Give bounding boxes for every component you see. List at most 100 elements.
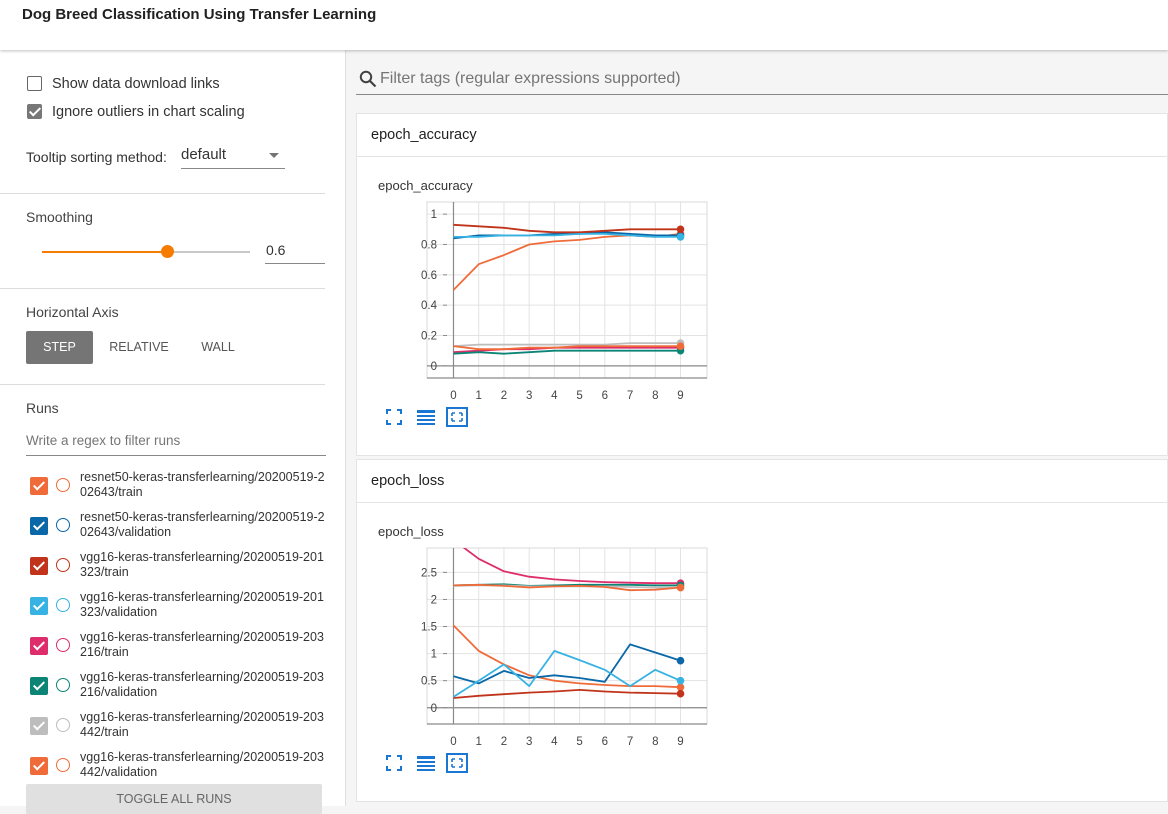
x-tick-label: 9	[677, 390, 683, 402]
y-tick-label: 0	[431, 703, 437, 715]
x-tick-label: 1	[476, 390, 482, 402]
run-color-circle[interactable]	[56, 558, 70, 572]
run-color-circle[interactable]	[56, 758, 70, 772]
run-item[interactable]: vgg16-keras-transferlearning/20200519-20…	[0, 670, 340, 712]
run-label[interactable]: vgg16-keras-transferlearning/20200519-20…	[80, 630, 330, 660]
fullscreen-icon[interactable]	[386, 755, 402, 771]
x-tick-label: 5	[576, 736, 582, 748]
x-tick-label: 8	[652, 390, 658, 402]
x-tick-label: 6	[602, 736, 608, 748]
fullscreen-icon[interactable]	[386, 409, 402, 425]
run-filter-placeholder: Write a regex to filter runs	[26, 433, 181, 448]
series-end-point[interactable]	[676, 676, 685, 685]
run-color-circle[interactable]	[56, 718, 70, 732]
series-end-point[interactable]	[676, 342, 685, 350]
smoothing-input[interactable]: 0.6	[265, 238, 325, 264]
show-download-links-checkbox[interactable]	[27, 76, 42, 91]
y-tick-label: 0.5	[421, 676, 437, 688]
series-end-point[interactable]	[676, 683, 685, 691]
ignore-outliers-checkbox[interactable]	[27, 104, 42, 119]
run-checkbox[interactable]	[30, 557, 48, 575]
accuracy-chart[interactable]: 0 0.2 0.4 0.6 0.8 1 0 1 2 3 4 5 6 7 8 9	[387, 194, 717, 404]
x-tick-label: 3	[526, 390, 532, 402]
search-icon	[359, 70, 377, 88]
y-tick-label: 0	[431, 361, 437, 373]
plot-area	[427, 548, 707, 724]
run-label[interactable]: vgg16-keras-transferlearning/20200519-20…	[80, 670, 330, 700]
top-bar: Dog Breed Classification Using Transfer …	[0, 0, 1168, 50]
series-end-point[interactable]	[676, 233, 685, 241]
x-tick-label: 0	[450, 736, 456, 748]
run-item[interactable]: vgg16-keras-transferlearning/20200519-20…	[0, 630, 340, 672]
run-color-circle[interactable]	[56, 678, 70, 692]
y-tick-label: 1.5	[421, 622, 437, 634]
toggle-all-runs-button[interactable]: TOGGLE ALL RUNS	[26, 784, 322, 814]
y-tick-label: 2	[431, 594, 437, 606]
card-header[interactable]: epoch_accuracy	[357, 114, 1167, 157]
run-item[interactable]: vgg16-keras-transferlearning/20200519-20…	[0, 550, 340, 592]
sidebar: Show data download links Ignore outliers…	[0, 50, 346, 814]
series-end-point[interactable]	[676, 689, 685, 698]
main-panel: Filter tags (regular expressions support…	[345, 50, 1168, 806]
run-checkbox[interactable]	[30, 597, 48, 615]
run-item[interactable]: vgg16-keras-transferlearning/20200519-20…	[0, 590, 340, 632]
card-header[interactable]: epoch_loss	[357, 460, 1167, 503]
run-checkbox[interactable]	[30, 757, 48, 775]
run-item[interactable]: resnet50-keras-transferlearning/20200519…	[0, 470, 340, 512]
divider	[0, 193, 325, 194]
x-tick-label: 9	[677, 736, 683, 748]
loss-chart[interactable]: 0 0.5 1 1.5 2 2.5 0 1 2 3 4 5 6 7 8 9	[387, 540, 717, 750]
series-end-point[interactable]	[676, 583, 685, 592]
tooltip-sort-label: Tooltip sorting method:	[26, 149, 167, 165]
tag-filter-input[interactable]: Filter tags (regular expressions support…	[356, 67, 1168, 95]
x-tick-label: 8	[652, 736, 658, 748]
run-color-circle[interactable]	[56, 478, 70, 492]
smoothing-label: Smoothing	[26, 209, 93, 225]
tooltip-sort-value: default	[181, 146, 227, 163]
run-item[interactable]: resnet50-keras-transferlearning/20200519…	[0, 510, 340, 552]
run-filter-input[interactable]: Write a regex to filter runs	[26, 428, 326, 456]
x-tick-label: 4	[551, 390, 558, 402]
y-tick-label: 0.2	[421, 331, 437, 343]
axis-step-button[interactable]: STEP	[26, 331, 93, 364]
axis-wall-button[interactable]: WALL	[190, 331, 246, 364]
run-checkbox[interactable]	[30, 677, 48, 695]
fit-domain-icon[interactable]	[446, 407, 468, 427]
run-label[interactable]: vgg16-keras-transferlearning/20200519-20…	[80, 710, 330, 740]
x-tick-label: 5	[576, 390, 582, 402]
series-end-point[interactable]	[676, 656, 685, 665]
chart-title: epoch_accuracy	[378, 178, 473, 193]
x-tick-label: 7	[627, 390, 633, 402]
run-item[interactable]: vgg16-keras-transferlearning/20200519-20…	[0, 710, 340, 752]
app-title: Dog Breed Classification Using Transfer …	[22, 6, 377, 23]
run-checkbox[interactable]	[30, 717, 48, 735]
smoothing-slider-fill	[42, 251, 167, 253]
run-checkbox[interactable]	[30, 517, 48, 535]
card-epoch-loss: epoch_loss epoch_loss 0 0.5 1 1.5 2 2.5 0 1 2 3 4 5…	[356, 459, 1168, 802]
run-label[interactable]: resnet50-keras-transferlearning/20200519…	[80, 510, 330, 540]
tooltip-sort-select[interactable]: default	[181, 143, 285, 169]
card-title: epoch_accuracy	[371, 127, 477, 143]
show-download-links-label[interactable]: Show data download links	[52, 76, 220, 92]
run-label[interactable]: vgg16-keras-transferlearning/20200519-20…	[80, 750, 330, 780]
run-color-circle[interactable]	[56, 638, 70, 652]
x-tick-label: 3	[526, 736, 532, 748]
smoothing-slider-thumb[interactable]	[160, 245, 174, 258]
run-color-circle[interactable]	[56, 518, 70, 532]
run-label[interactable]: vgg16-keras-transferlearning/20200519-20…	[80, 550, 330, 580]
ignore-outliers-label[interactable]: Ignore outliers in chart scaling	[52, 104, 245, 120]
x-tick-label: 2	[501, 390, 507, 402]
run-color-circle[interactable]	[56, 598, 70, 612]
card-epoch-accuracy: epoch_accuracy epoch_accuracy 0 0.2 0.4 0.6…	[356, 113, 1168, 456]
data-table-icon[interactable]	[416, 409, 436, 425]
smoothing-slider[interactable]	[42, 245, 250, 258]
data-table-icon[interactable]	[416, 755, 436, 771]
run-label[interactable]: vgg16-keras-transferlearning/20200519-20…	[80, 590, 330, 620]
axis-relative-button[interactable]: RELATIVE	[102, 331, 176, 364]
run-checkbox[interactable]	[30, 637, 48, 655]
fit-domain-icon[interactable]	[446, 753, 468, 773]
run-label[interactable]: resnet50-keras-transferlearning/20200519…	[80, 470, 330, 500]
series-end-point[interactable]	[676, 225, 685, 234]
x-tick-label: 4	[551, 736, 558, 748]
run-checkbox[interactable]	[30, 477, 48, 495]
